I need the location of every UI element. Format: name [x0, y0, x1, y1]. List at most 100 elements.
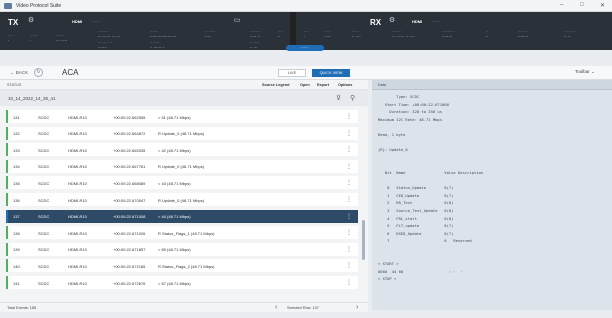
row-menu-icon[interactable]: ⋮ [346, 262, 352, 269]
cell-iface: HDMI-R10 [68, 164, 87, 170]
open-button[interactable]: Open [300, 83, 310, 87]
detail-line [378, 162, 606, 170]
search-icon[interactable]: ⚲ [350, 94, 355, 102]
tx-label: TX [8, 18, 19, 27]
rx-field: ·· ·· [486, 30, 489, 39]
detail-line: < START > [378, 261, 399, 267]
row-menu-icon[interactable]: ⋮ [346, 146, 352, 153]
toolbar: ← BACK ↻ ACA LIVE QUICK VIEW Toolbar ⌄ [0, 66, 612, 80]
source-legend-button[interactable]: Source Legend [262, 83, 289, 87]
cell-info: < 65 (48.71 Mbps) [158, 247, 191, 253]
row-menu-icon[interactable]: ⋮ [346, 229, 352, 236]
cell-num: 138 [13, 230, 20, 236]
rx-field: ········ ··· ······ ·· ···· [392, 30, 415, 39]
cell-iface: HDMI-R10 [68, 197, 87, 203]
row-menu-icon[interactable]: ⋮ [346, 179, 352, 186]
quick-view-toggle[interactable]: QUICK VIEW [312, 69, 350, 77]
table-row[interactable]: 141 SCDC HDMI-R10 +00:00:22.672676 < 67 (48.… [6, 276, 358, 289]
next-arrow-icon[interactable]: › [356, 304, 358, 311]
row-menu-icon[interactable]: ⋮ [346, 213, 352, 220]
rx-label: RX [370, 18, 382, 27]
row-menu-icon[interactable]: ⋮ [346, 163, 352, 170]
app-icon [4, 3, 12, 9]
table-row[interactable]: 140 SCDC HDMI-R10 +00:00:22.672185 R Status_… [6, 259, 358, 273]
detail-header: Data [372, 80, 612, 90]
page-title: ACA [62, 68, 79, 77]
tx-field: ········ ···· ······· [98, 41, 113, 50]
options-button[interactable]: Options [338, 83, 352, 87]
live-toggle[interactable]: LIVE [278, 69, 306, 77]
cell-time: +00:00:22.668089 [113, 180, 146, 186]
table-row[interactable]: 139 SCDC HDMI-R10 +00:00:22.671857 < 65 (48.… [6, 242, 358, 256]
toolbar-menu-label: Toolbar [575, 69, 590, 74]
detail-line: 1 CED_Update 0(?) [378, 192, 454, 198]
table-row[interactable]: 136 SCDC HDMI-R10 +00:00:22.670547 R Update_… [6, 193, 358, 206]
detail-line: 2 RR_Test 0(0) [378, 200, 454, 206]
total-events: Total Events: 185 [7, 306, 37, 310]
cell-iface: HDMI-R10 [68, 147, 87, 153]
row-menu-icon[interactable]: ⋮ [346, 246, 352, 253]
filter-bar: 10_14_2022_14_35_41 ⊽ ⚲ [0, 90, 368, 106]
cell-src: SCDC [38, 263, 50, 269]
detail-line: 5 FLT_update 0(?) [378, 223, 454, 229]
cell-iface: HDMI-R10 [68, 263, 87, 269]
tx-field: ········· ·· ··· [250, 41, 261, 50]
detail-line: Type: SCDC [378, 94, 420, 99]
table-row[interactable]: 131 SCDC HDMI-R10 +00:00:22.662555 < 51 (48.… [6, 110, 358, 123]
back-label: BACK [15, 70, 29, 75]
header-tab-pill[interactable]: ······ · [286, 45, 324, 51]
cell-iface: HDMI-R10 [68, 131, 87, 137]
maximize-button[interactable]: □ [580, 2, 584, 8]
cell-src: SCDC [38, 197, 50, 203]
cell-num: 139 [13, 247, 20, 253]
window-titlebar: Video Protocol Suite – □ ✕ [0, 0, 612, 12]
cell-iface: HDMI-R10 [68, 214, 87, 220]
row-menu-icon[interactable]: ⋮ [346, 196, 352, 203]
cell-src: SCDC [38, 247, 50, 253]
cell-num: 135 [13, 180, 20, 186]
detail-line: 4 FRL_start 0(0) [378, 215, 454, 221]
table-row[interactable]: 135 SCDC HDMI-R10 +00:00:22.668089 < 43 (48.… [6, 176, 358, 190]
cell-info: < 44 (48.71 Mbps) [158, 214, 191, 220]
prev-arrow-icon[interactable]: ‹ [275, 304, 277, 311]
cell-time: +00:00:22.671857 [113, 247, 146, 253]
minimize-button[interactable]: – [560, 2, 563, 8]
detail-line: Start Time: +00:00:22.671008 [378, 101, 449, 107]
cell-num: 140 [13, 263, 20, 269]
rx-settings-icon[interactable]: ⚙ [388, 17, 396, 25]
cell-time: +00:00:22.664872 [113, 131, 146, 137]
table-row[interactable]: 134 SCDC HDMI-R10 +00:00:22.667761 R Update_… [6, 159, 358, 173]
cell-info: R Update_0 (48.71 Mbps) [158, 197, 205, 203]
tx-field: ········· ·· ······ ·· [150, 41, 165, 50]
detail-line: Maximum I2C Rate: 48.71 Mbps [378, 116, 443, 122]
status-label: STATUS [7, 83, 22, 87]
tx-field: ······· · [30, 34, 39, 43]
cell-info: R Update_0 (48.71 Mbps) [158, 164, 205, 170]
row-menu-icon[interactable]: ⋮ [346, 113, 352, 120]
table-row[interactable]: 133 SCDC HDMI-R10 +00:00:22.665335 < 42 (48.… [6, 143, 358, 157]
close-button[interactable]: ✕ [600, 2, 605, 9]
rx-mode: HDMI [412, 19, 423, 24]
table-row[interactable]: 132 SCDC HDMI-R10 +00:00:22.664872 R Update_… [6, 126, 358, 140]
toolbar-menu[interactable]: Toolbar ⌄ [575, 69, 595, 75]
capture-name: 10_14_2022_14_35_41 [8, 96, 56, 101]
detail-header-label: Data [378, 83, 387, 87]
scrollbar[interactable] [362, 220, 365, 260]
table-row[interactable]: 137 SCDC HDMI-R10 +00:00:22.671008 < 44 (48.… [6, 209, 358, 223]
rx-field: ········· ········ [518, 30, 529, 39]
table-row[interactable]: 138 SCDC HDMI-R10 +00:00:22.671026 R Status_… [6, 226, 358, 240]
cell-iface: HDMI-R10 [68, 280, 87, 286]
filter-icon[interactable]: ⊽ [336, 94, 341, 102]
cell-info: R Status_Flags_2 (48.71 Mbps) [158, 263, 215, 269]
cell-num: 133 [13, 147, 20, 153]
row-menu-icon[interactable]: ⋮ [346, 130, 352, 137]
list-footer: Total Events: 185 Selected Row: 137 ‹ › [0, 302, 368, 312]
row-menu-icon[interactable]: ⋮ [346, 279, 352, 286]
export-button[interactable]: Export [317, 83, 329, 87]
tx-settings-icon[interactable]: ⚙ [27, 17, 35, 25]
tx-panel: TX HDMI ······ ⚙ ▭ ····· · ······· · ·····… [0, 12, 290, 50]
tx-monitor-icon[interactable]: ▭ [233, 17, 241, 25]
refresh-icon[interactable]: ↻ [34, 68, 43, 77]
back-button[interactable]: ← BACK [10, 70, 28, 75]
detail-line [378, 124, 606, 132]
